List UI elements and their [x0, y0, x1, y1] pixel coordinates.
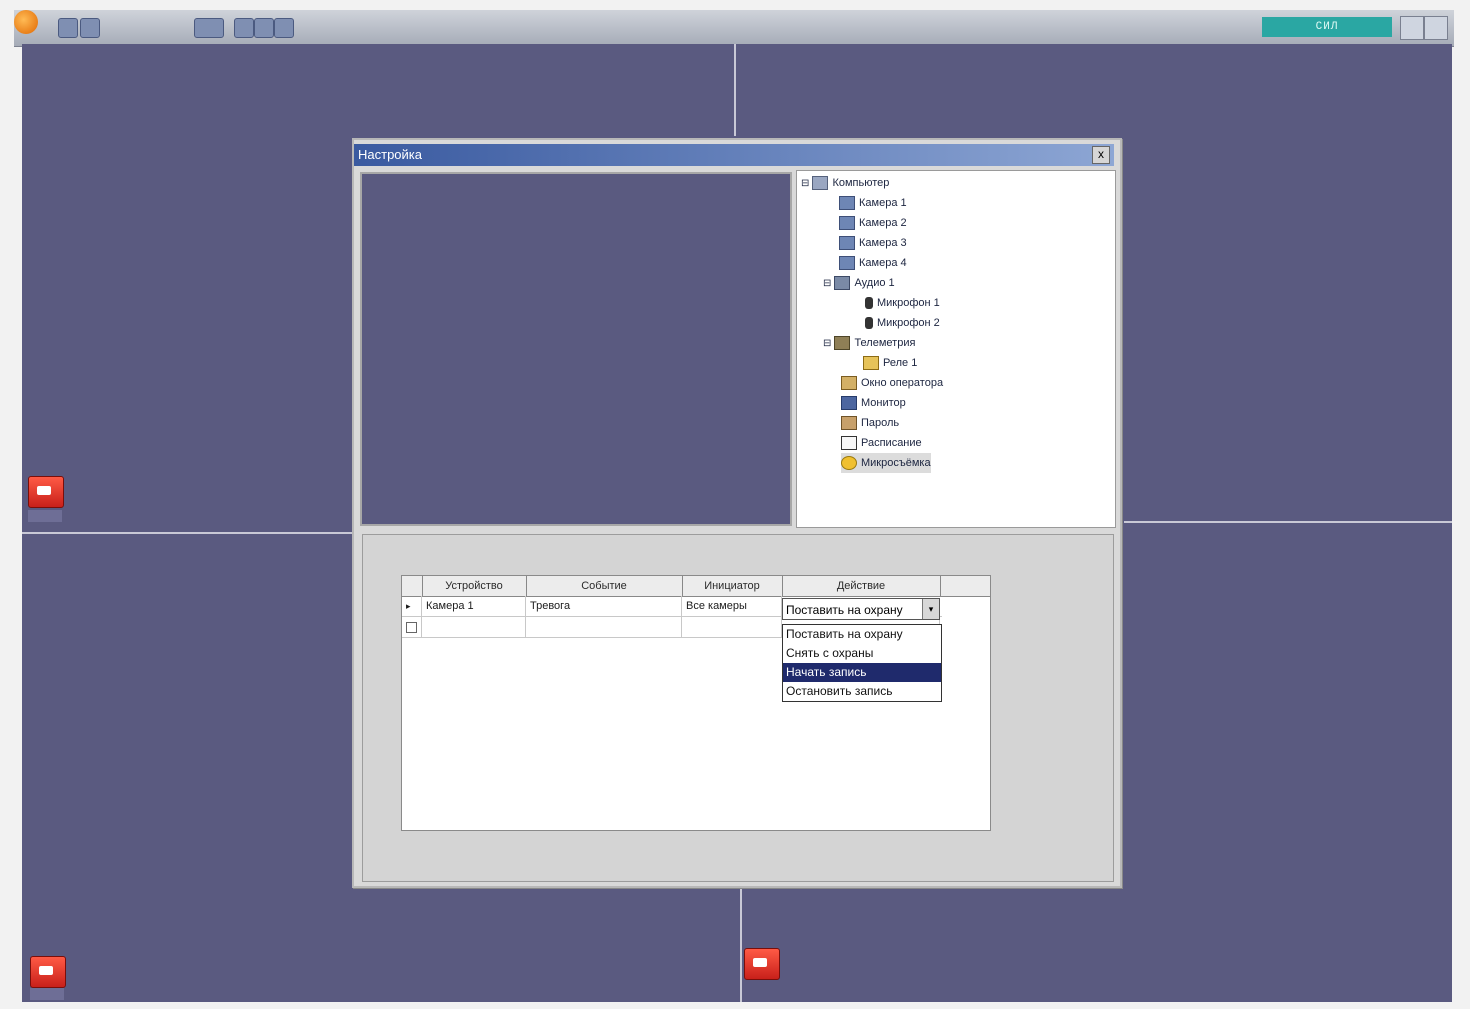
table-header: Устройство Событие Инициатор Действие — [402, 576, 990, 597]
password-icon — [841, 416, 857, 431]
tree-item-microshoot[interactable]: Микросъёмка — [841, 453, 931, 473]
camera-select-icon[interactable] — [194, 18, 224, 38]
dropdown-option-disarm[interactable]: Снять с охраны — [783, 644, 941, 663]
layout-icon[interactable] — [58, 18, 78, 38]
settings-dialog: Настройка x ⊟ Компьютер Камера 1 Камера … — [352, 138, 1122, 888]
audio-icon — [834, 276, 851, 291]
tree-item-audio-1[interactable]: ⊟ Аудио 1 — [823, 273, 895, 293]
relay-icon — [863, 356, 879, 371]
column-header-action[interactable]: Действие — [782, 576, 941, 596]
grid-icon[interactable] — [80, 18, 100, 38]
dialog-title: Настройка — [358, 147, 422, 162]
camera-status-icon[interactable] — [28, 476, 64, 508]
column-header-event[interactable]: Событие — [526, 576, 683, 596]
microshoot-icon — [841, 456, 857, 471]
tree-item-camera-3[interactable]: Камера 3 — [839, 233, 907, 253]
camera-label — [28, 510, 62, 522]
checkbox-icon[interactable] — [406, 621, 417, 633]
dropdown-option-start-recording[interactable]: Начать запись — [783, 663, 941, 682]
schedule-icon — [841, 436, 857, 451]
cell-device[interactable]: Камера 1 — [422, 596, 526, 616]
event-settings-panel: Устройство Событие Инициатор Действие ▸ … — [362, 534, 1114, 882]
cell-initiator[interactable] — [682, 617, 782, 637]
grid-line — [22, 532, 352, 534]
dialog-titlebar[interactable]: Настройка x — [354, 144, 1114, 166]
collapse-toggle-icon[interactable]: ⊟ — [823, 278, 831, 289]
grid-line — [1124, 521, 1452, 523]
dropdown-option-stop-recording[interactable]: Остановить запись — [783, 682, 941, 701]
grid-line — [740, 882, 742, 1002]
collapse-toggle-icon[interactable]: ⊟ — [823, 338, 831, 349]
collapse-toggle-icon[interactable]: ⊟ — [801, 178, 809, 189]
tree-item-computer[interactable]: ⊟ Компьютер — [801, 173, 889, 193]
action-select-value: Поставить на охрану — [786, 603, 903, 617]
grid-line — [734, 44, 736, 136]
cell-event[interactable]: Тревога — [526, 596, 682, 616]
device-tree: ⊟ Компьютер Камера 1 Камера 2 Камера 3 К… — [796, 170, 1116, 528]
column-header-device[interactable]: Устройство — [422, 576, 527, 596]
tree-item-camera-4[interactable]: Камера 4 — [839, 253, 907, 273]
operator-icon — [841, 376, 857, 391]
video-preview — [360, 172, 792, 526]
camera-icon — [839, 196, 855, 211]
row-marker-header — [402, 576, 423, 596]
action-select[interactable]: Поставить на охрану ▾ — [782, 598, 940, 620]
computer-icon — [812, 176, 829, 191]
tree-item-monitor[interactable]: Монитор — [841, 393, 906, 413]
tree-item-camera-2[interactable]: Камера 2 — [839, 213, 907, 233]
tree-item-relay-1[interactable]: Реле 1 — [863, 353, 917, 373]
app-logo-icon[interactable] — [14, 10, 38, 34]
playback-back-icon[interactable] — [234, 18, 254, 38]
dropdown-option-arm[interactable]: Поставить на охрану — [783, 625, 941, 644]
telemetry-icon — [834, 336, 851, 351]
cell-initiator[interactable]: Все камеры — [682, 596, 782, 616]
monitor-icon — [841, 396, 857, 411]
camera-status-icon[interactable] — [744, 948, 780, 980]
status-display: СИЛ — [1262, 17, 1392, 37]
close-button[interactable]: x — [1092, 146, 1110, 164]
top-toolbar: СИЛ — [14, 10, 1454, 47]
tree-item-camera-1[interactable]: Камера 1 — [839, 193, 907, 213]
camera-icon — [839, 256, 855, 271]
camera-status-icon[interactable] — [30, 956, 66, 988]
tree-item-microphone-1[interactable]: Микрофон 1 — [865, 293, 940, 313]
camera-label — [30, 988, 64, 1000]
tree-item-password[interactable]: Пароль — [841, 413, 899, 433]
window-restore-icon[interactable] — [1400, 16, 1424, 40]
tree-item-schedule[interactable]: Расписание — [841, 433, 922, 453]
cell-event[interactable] — [526, 617, 682, 637]
camera-icon — [839, 236, 855, 251]
camera-icon — [839, 216, 855, 231]
playback-forward-icon[interactable] — [274, 18, 294, 38]
microphone-icon — [865, 297, 873, 310]
cell-device[interactable] — [422, 617, 526, 637]
action-dropdown: Поставить на охрану Снять с охраны Начат… — [782, 624, 942, 702]
tree-item-telemetry[interactable]: ⊟ Телеметрия — [823, 333, 915, 353]
window-close-icon[interactable] — [1424, 16, 1448, 40]
tree-item-microphone-2[interactable]: Микрофон 2 — [865, 313, 940, 333]
playback-play-icon[interactable] — [254, 18, 274, 38]
chevron-down-icon[interactable]: ▾ — [922, 599, 939, 619]
row-checkbox[interactable] — [402, 617, 422, 637]
column-header-initiator[interactable]: Инициатор — [682, 576, 783, 596]
event-table: Устройство Событие Инициатор Действие ▸ … — [401, 575, 991, 831]
row-marker-icon: ▸ — [402, 596, 422, 616]
microphone-icon — [865, 317, 873, 330]
tree-item-operator-window[interactable]: Окно оператора — [841, 373, 943, 393]
